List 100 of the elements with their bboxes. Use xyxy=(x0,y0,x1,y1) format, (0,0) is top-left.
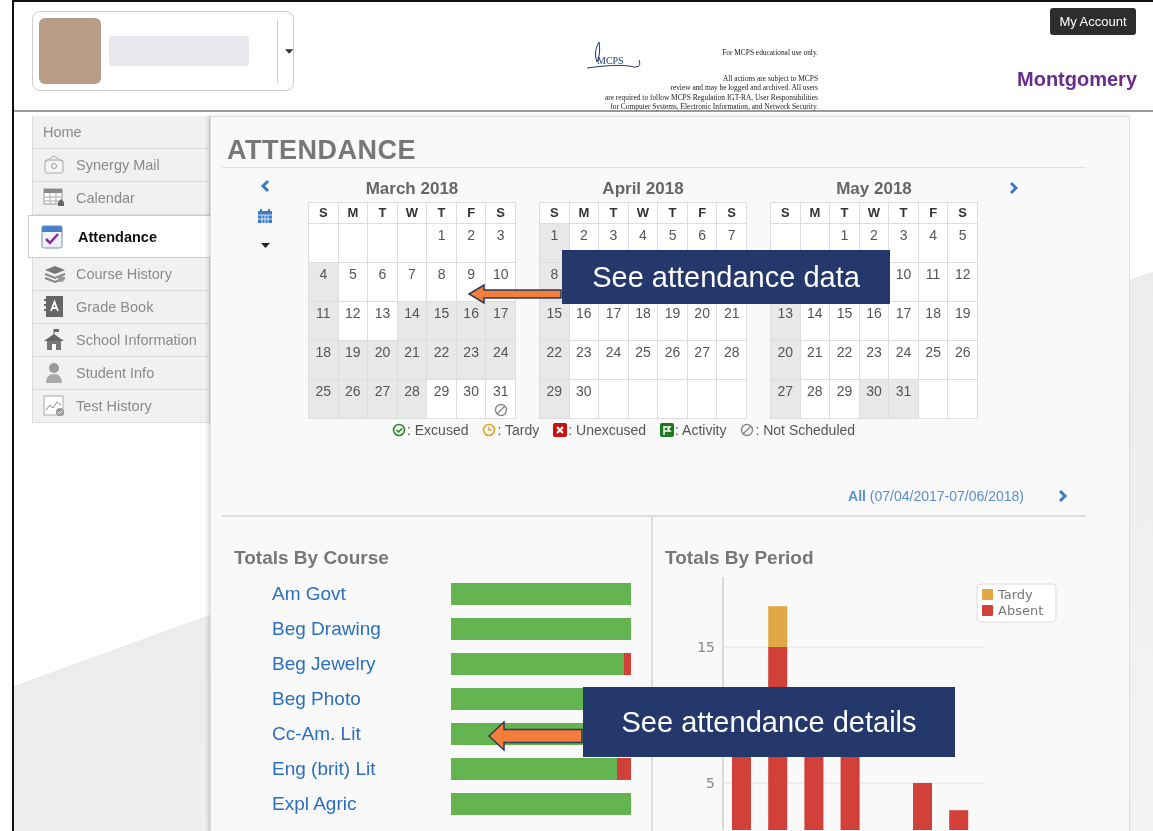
day-number: 5 xyxy=(668,227,677,243)
day-number: 17 xyxy=(895,305,912,321)
weekday-label: S xyxy=(771,203,801,224)
weekday-label: S xyxy=(717,203,747,224)
day-number: 25 xyxy=(635,344,651,360)
day-number: 17 xyxy=(605,305,622,321)
day-number: 31 xyxy=(492,383,509,399)
weekday-label: M xyxy=(338,203,369,224)
day-number: 7 xyxy=(727,227,736,243)
weekday-label: T xyxy=(368,203,398,224)
day-number: 25 xyxy=(925,344,941,360)
weekday-label: F xyxy=(687,203,718,224)
day-number: 23 xyxy=(463,344,479,360)
day-number: 18 xyxy=(925,305,941,321)
weekday-label: T xyxy=(427,203,457,224)
day-number: 28 xyxy=(723,344,740,360)
day-number: 19 xyxy=(664,305,681,321)
day-number: 19 xyxy=(345,344,361,360)
day-number: 21 xyxy=(723,305,740,321)
weekday-label: S xyxy=(948,203,978,224)
day-number: 11 xyxy=(925,266,941,282)
day-number: 7 xyxy=(408,266,416,282)
day-number: 12 xyxy=(954,266,971,282)
day-number: 20 xyxy=(374,344,391,360)
day-number: 31 xyxy=(895,383,912,399)
day-number: 24 xyxy=(895,344,912,360)
month-title: March 2018 xyxy=(364,179,460,200)
day-number: 11 xyxy=(316,305,331,321)
day-number: 17 xyxy=(492,305,509,321)
weekday-label: F xyxy=(456,203,487,224)
section-title: Totals By Course xyxy=(234,547,390,570)
day-number: 24 xyxy=(492,344,509,360)
day-number: 4 xyxy=(639,227,647,243)
day-number: 8 xyxy=(437,266,446,282)
day-number: 26 xyxy=(345,383,361,399)
legend-label: : Activity xyxy=(675,422,727,438)
day-number: 28 xyxy=(807,383,823,399)
weekday-label: F xyxy=(918,203,949,224)
day-number: 18 xyxy=(635,305,651,321)
legend-label: Absent xyxy=(998,603,1044,618)
day-number: 5 xyxy=(348,266,357,282)
day-number: 15 xyxy=(433,305,450,321)
day-number: 10 xyxy=(895,266,912,282)
legend-label: : Tardy xyxy=(497,422,540,438)
day-number: 29 xyxy=(546,383,563,399)
weekday-label: T xyxy=(830,203,860,224)
legend-label: : Not Scheduled xyxy=(755,422,856,438)
day-number: 14 xyxy=(807,305,823,321)
day-number: 30 xyxy=(866,383,882,399)
day-number: 23 xyxy=(866,344,882,360)
day-number: 1 xyxy=(550,227,559,243)
day-number: 23 xyxy=(576,344,592,360)
day-number: 8 xyxy=(550,266,559,282)
day-number: 27 xyxy=(777,383,794,399)
weekday-label: T xyxy=(889,203,919,224)
day-number: 26 xyxy=(954,344,971,360)
legend-label: : Unexcused xyxy=(568,422,647,438)
weekday-label: W xyxy=(859,203,890,224)
day-number: 16 xyxy=(463,305,479,321)
day-number: 27 xyxy=(374,383,391,399)
day-number: 6 xyxy=(378,266,387,282)
day-number: 30 xyxy=(576,383,592,399)
day-number: 3 xyxy=(609,227,618,243)
day-number: 20 xyxy=(777,344,794,360)
page-title: ATTENDANCE xyxy=(227,135,417,167)
weekday-label: S xyxy=(486,203,516,224)
day-number: 22 xyxy=(836,344,853,360)
day-number: 18 xyxy=(315,344,332,360)
day-number: 28 xyxy=(404,383,420,399)
day-number: 10 xyxy=(492,266,509,282)
weekday-label: S xyxy=(309,203,339,224)
weekday-label: M xyxy=(569,203,600,224)
day-number: 25 xyxy=(315,383,332,399)
legend-label: Tardy xyxy=(998,587,1033,602)
section-title: Totals By Period xyxy=(665,547,815,570)
day-number: 1 xyxy=(437,227,446,243)
day-number: 30 xyxy=(463,383,479,399)
day-number: 24 xyxy=(605,344,622,360)
day-number: 2 xyxy=(467,227,476,243)
day-number: 22 xyxy=(546,344,563,360)
month-title: April 2018 xyxy=(601,179,685,200)
day-number: 14 xyxy=(404,305,420,321)
day-number: 4 xyxy=(319,266,328,282)
day-number: 13 xyxy=(374,305,391,321)
day-number: 16 xyxy=(866,305,882,321)
weekday-label: T xyxy=(599,203,629,224)
day-number: 20 xyxy=(694,305,710,321)
day-number: 6 xyxy=(698,227,707,243)
day-number: 2 xyxy=(579,227,588,243)
day-number: 15 xyxy=(546,305,563,321)
day-number: 13 xyxy=(777,305,794,321)
weekday-label: T xyxy=(658,203,688,224)
weekday-label: M xyxy=(800,203,831,224)
day-number: 16 xyxy=(576,305,592,321)
day-number: 3 xyxy=(899,227,908,243)
axis-tick-label: 5 xyxy=(706,775,715,791)
day-number: 12 xyxy=(345,305,361,321)
weekday-label: W xyxy=(397,203,428,224)
day-number: 22 xyxy=(433,344,450,360)
day-number: 26 xyxy=(664,344,681,360)
